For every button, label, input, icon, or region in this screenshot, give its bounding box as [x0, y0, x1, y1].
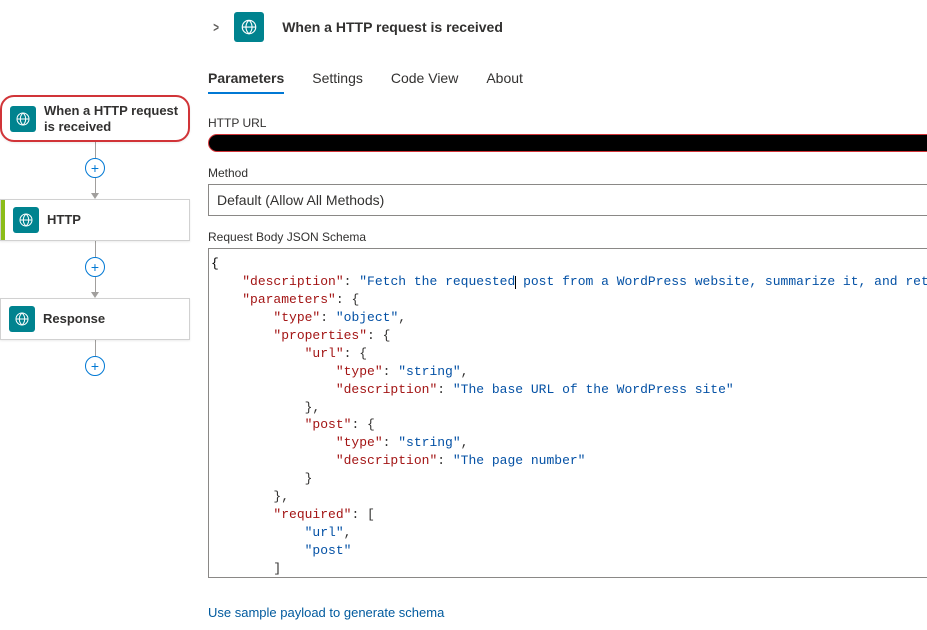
http-url-label: HTTP URL — [208, 116, 927, 130]
tab-settings[interactable]: Settings — [312, 70, 363, 94]
response-icon — [9, 306, 35, 332]
method-select-value: Default (Allow All Methods) — [217, 192, 384, 208]
schema-label: Request Body JSON Schema — [208, 230, 927, 244]
add-step-button-3[interactable]: + — [85, 356, 105, 376]
tab-parameters[interactable]: Parameters — [208, 70, 284, 94]
json-schema-editor[interactable]: { "description": "Fetch the requested po… — [208, 248, 927, 578]
trigger-node[interactable]: When a HTTP request is received — [0, 95, 190, 142]
node-details-panel: > When a HTTP request is received Parame… — [190, 0, 927, 630]
tab-code-view[interactable]: Code View — [391, 70, 458, 94]
add-step-button[interactable]: + — [85, 158, 105, 178]
trigger-node-label: When a HTTP request is received — [44, 103, 180, 134]
method-label: Method — [208, 166, 927, 180]
http-action-node[interactable]: HTTP — [0, 199, 190, 241]
add-step-button-2[interactable]: + — [85, 257, 105, 277]
response-action-node[interactable]: Response — [0, 298, 190, 340]
request-trigger-icon — [10, 106, 36, 132]
action-accent — [1, 200, 5, 240]
http-node-label: HTTP — [47, 212, 81, 228]
panel-tabs: Parameters Settings Code View About — [208, 70, 927, 94]
collapse-panel-icon[interactable]: > — [210, 17, 221, 37]
tab-about[interactable]: About — [486, 70, 523, 94]
designer-canvas: When a HTTP request is received + HTTP + — [0, 0, 190, 630]
method-select[interactable]: Default (Allow All Methods) ▼ — [208, 184, 927, 216]
http-icon — [13, 207, 39, 233]
use-sample-payload-link[interactable]: Use sample payload to generate schema — [208, 605, 927, 620]
response-node-label: Response — [43, 311, 105, 327]
panel-header-icon — [234, 12, 264, 42]
panel-title: When a HTTP request is received — [282, 19, 503, 35]
http-url-field[interactable] — [208, 134, 927, 152]
